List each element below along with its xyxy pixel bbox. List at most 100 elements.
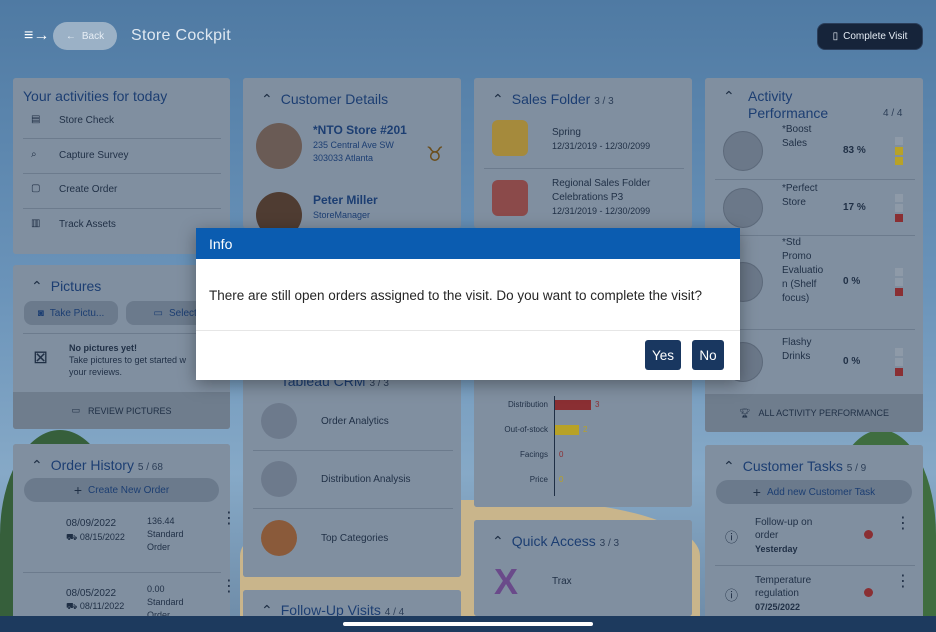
info-icon: ⓘ bbox=[725, 530, 739, 545]
yes-button[interactable]: Yes bbox=[644, 340, 681, 370]
store-name[interactable]: *NTO Store #201 bbox=[313, 123, 407, 137]
customer-details-title: ⌃ Customer Details bbox=[261, 91, 389, 107]
add-customer-task-button[interactable]: + Add new Customer Task bbox=[716, 480, 912, 504]
activity-name: *Std Promo Evaluatio n (Shelf focus) bbox=[782, 237, 824, 304]
activity-name: *Perfect Store bbox=[782, 183, 818, 208]
activity-track-assets[interactable]: ▥ Track Assets bbox=[31, 218, 221, 244]
tableau-item[interactable]: Order Analytics bbox=[243, 400, 461, 444]
no-picture-icon: ⊠ bbox=[33, 347, 49, 367]
activity-performance-row[interactable]: *Boost Sales 83 % bbox=[705, 123, 923, 178]
chevron-up-icon: ⌃ bbox=[261, 91, 273, 107]
complete-visit-button[interactable]: ▯ Complete Visit bbox=[817, 23, 923, 50]
no-button[interactable]: No bbox=[692, 340, 724, 370]
store-address-line2: 303033 Atlanta bbox=[313, 153, 374, 163]
status-indicator bbox=[895, 348, 903, 376]
clipboard-icon: ▤ bbox=[31, 114, 41, 125]
activity-percent: 83 % bbox=[843, 144, 866, 156]
chevron-up-icon: ⌃ bbox=[31, 278, 43, 294]
activity-performance-count: 4 / 4 bbox=[883, 108, 903, 119]
order-icon: ▢ bbox=[31, 183, 41, 194]
priority-dot bbox=[864, 588, 873, 597]
dialog-message: There are still open orders assigned to … bbox=[209, 288, 703, 303]
camera-icon: ◙ bbox=[37, 307, 44, 319]
tableau-item[interactable]: Distribution Analysis bbox=[243, 458, 461, 502]
more-vertical-icon[interactable]: ⋮ bbox=[895, 516, 911, 532]
kpi-label: Out-of-stock bbox=[504, 425, 548, 434]
image-icon: ▭ bbox=[71, 405, 80, 415]
empty-pictures-text-2: your reviews. bbox=[69, 367, 123, 377]
chevron-up-icon: ⌃ bbox=[723, 88, 735, 104]
image-icon: ▭ bbox=[153, 307, 163, 319]
kpi-chart-card: Distribution 3 Out-of-stock 2 Facings 0 Price 0 bbox=[474, 360, 692, 507]
activity-name: *Boost Sales bbox=[782, 124, 812, 149]
order-history-card: ⌃ Order History 5 / 68 + Create New Order … bbox=[13, 444, 230, 624]
activity-icon bbox=[723, 130, 763, 171]
activity-capture-survey[interactable]: ⌕ Capture Survey bbox=[31, 149, 221, 175]
sales-folder-title: ⌃ Sales Folder 3 / 3 bbox=[492, 91, 614, 107]
empty-pictures-title: No pictures yet! bbox=[69, 343, 138, 353]
activity-performance-row[interactable]: *Perfect Store 17 % bbox=[705, 182, 923, 234]
quick-access-item-trax[interactable]: X Trax bbox=[474, 562, 692, 606]
customer-details-card: ⌃ Customer Details *NTO Store #201 235 Ce… bbox=[243, 78, 461, 228]
tableau-item[interactable]: Top Categories bbox=[243, 517, 461, 561]
kpi-value: 2 bbox=[583, 425, 588, 434]
dialog-divider bbox=[196, 330, 740, 331]
create-new-order-button[interactable]: + Create New Order bbox=[24, 478, 219, 502]
info-icon: ⓘ bbox=[725, 588, 739, 603]
sales-folder-item[interactable]: Spring 12/31/2019 - 12/30/2099 bbox=[474, 118, 692, 166]
review-pictures-button[interactable]: ▭ REVIEW PICTURES bbox=[13, 392, 230, 429]
spring-folder-icon bbox=[492, 120, 528, 156]
survey-icon: ⌕ bbox=[31, 149, 37, 160]
more-vertical-icon[interactable]: ⋮ bbox=[895, 574, 911, 590]
status-indicator bbox=[895, 268, 903, 296]
sales-folder-item[interactable]: Regional Sales Folder Celebrations P3 12… bbox=[474, 176, 692, 224]
more-vertical-icon[interactable]: ⋮ bbox=[221, 511, 230, 527]
activity-percent: 17 % bbox=[843, 202, 866, 213]
kpi-bar bbox=[555, 400, 591, 410]
chevron-up-icon: ⌃ bbox=[492, 533, 504, 549]
quick-access-card: ⌃ Quick Access 3 / 3 X Trax bbox=[474, 520, 692, 616]
activity-performance-title: ⌃ Activity Performance bbox=[723, 88, 829, 121]
truck-icon: ⛟ bbox=[66, 601, 78, 611]
celebration-folder-icon bbox=[492, 180, 528, 216]
chevron-up-icon: ⌃ bbox=[723, 458, 735, 474]
document-icon: ▯ bbox=[832, 31, 839, 42]
activity-percent: 0 % bbox=[843, 356, 861, 367]
back-button[interactable]: ← Back bbox=[53, 22, 117, 50]
truck-icon: ⛟ bbox=[66, 532, 78, 542]
more-vertical-icon[interactable]: ⋮ bbox=[221, 579, 230, 595]
plus-icon: + bbox=[752, 484, 761, 500]
pictures-title: ⌃ Pictures bbox=[31, 278, 102, 294]
kpi-label: Distribution bbox=[507, 400, 548, 409]
store-avatar bbox=[256, 123, 302, 169]
customer-tasks-card: ⌃ Customer Tasks 5 / 9 + Add new Customer … bbox=[705, 445, 923, 620]
activities-title: Your activities for today bbox=[23, 88, 168, 104]
take-picture-button[interactable]: ◙ Take Pictu... bbox=[24, 301, 118, 325]
dialog-title: Info bbox=[196, 228, 740, 259]
medal-icon: ♉ bbox=[426, 144, 444, 166]
sales-folder-card: ⌃ Sales Folder 3 / 3 Spring 12/31/2019 - … bbox=[474, 78, 692, 228]
chevron-up-icon: ⌃ bbox=[492, 91, 504, 107]
quick-access-title: ⌃ Quick Access 3 / 3 bbox=[492, 533, 620, 549]
order-row[interactable]: 08/09/2022 ⛟ 08/15/2022 136.44 Standard … bbox=[13, 510, 230, 570]
kpi-bar bbox=[555, 425, 579, 435]
order-history-title: ⌃ Order History 5 / 68 bbox=[31, 457, 163, 473]
activity-store-check[interactable]: ▤ Store Check bbox=[31, 114, 221, 140]
task-row[interactable]: ⓘ Temperature regulation 07/25/2022 ⋮ bbox=[705, 573, 923, 619]
task-row[interactable]: ⓘ Follow-up on order Yesterday ⋮ bbox=[705, 515, 923, 565]
contact-name[interactable]: Peter Miller bbox=[313, 193, 378, 207]
menu-icon[interactable]: ≡→ bbox=[24, 28, 49, 44]
plus-icon: + bbox=[73, 482, 83, 498]
chevron-up-icon: ⌃ bbox=[31, 457, 43, 473]
contact-role: StoreManager bbox=[313, 210, 371, 220]
status-indicator bbox=[895, 194, 903, 222]
category-icon bbox=[261, 520, 297, 556]
customer-tasks-title: ⌃ Customer Tasks 5 / 9 bbox=[723, 458, 867, 474]
all-activity-performance-button[interactable]: 🏆︎ ALL ACTIVITY PERFORMANCE bbox=[705, 394, 923, 432]
activity-create-order[interactable]: ▢ Create Order bbox=[31, 183, 221, 209]
activity-name: Flashy Drinks bbox=[782, 337, 812, 362]
home-indicator[interactable] bbox=[343, 622, 593, 626]
kpi-label: Facings bbox=[519, 450, 548, 459]
bar-chart-icon bbox=[261, 461, 297, 497]
kpi-label: Price bbox=[529, 475, 548, 484]
